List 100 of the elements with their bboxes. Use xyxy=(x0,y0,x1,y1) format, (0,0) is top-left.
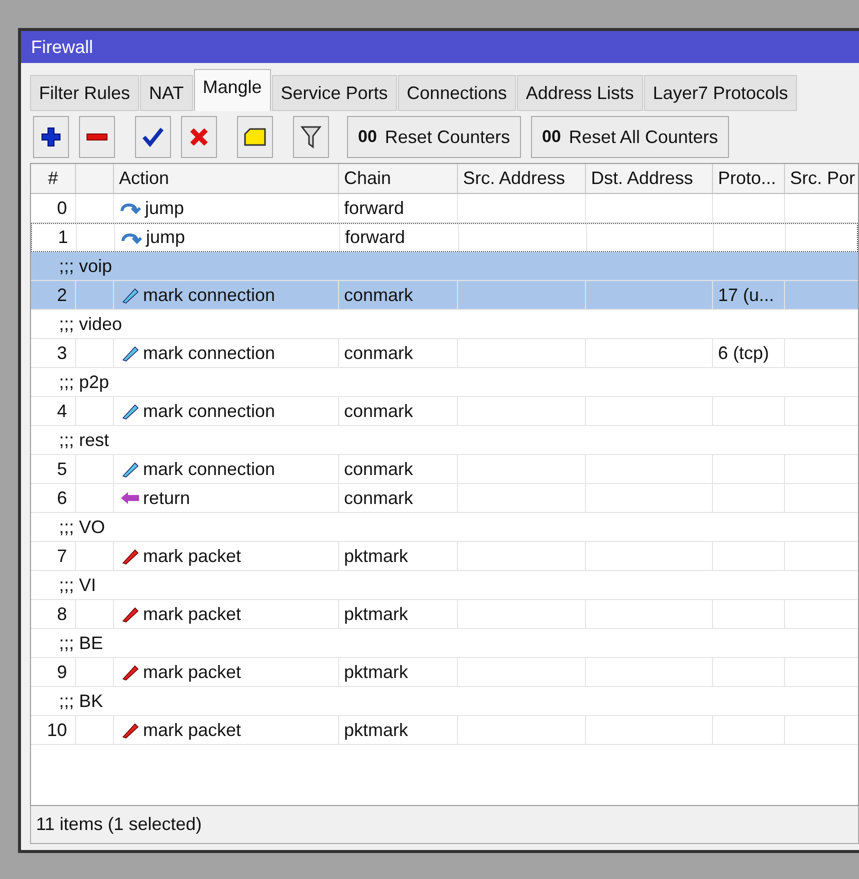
marker-icon xyxy=(120,547,140,565)
action-text: mark packet xyxy=(143,660,242,684)
chain-text: pktmark xyxy=(344,602,408,626)
rule-row[interactable]: 7 mark packet pktmark xyxy=(31,542,858,571)
row-number: 4 xyxy=(56,400,67,422)
counter-icon: 00 xyxy=(542,124,561,150)
tab[interactable]: Mangle xyxy=(194,69,271,111)
tab[interactable]: Layer7 Protocols xyxy=(644,75,797,111)
window-title: Firewall xyxy=(31,36,94,58)
marker-icon xyxy=(120,605,140,623)
rule-row[interactable]: 2 mark connection conmark 17 (u... xyxy=(31,281,858,310)
action-text: jump xyxy=(145,196,184,220)
checkmark-icon xyxy=(142,127,164,147)
chain-text: forward xyxy=(344,196,404,220)
column-header[interactable]: Dst. Address xyxy=(586,164,713,193)
chain-text: conmark xyxy=(344,486,414,510)
plus-icon xyxy=(40,126,62,148)
chain-text: conmark xyxy=(344,284,414,306)
rule-row[interactable]: 10 mark packet pktmark xyxy=(31,716,858,745)
chain-text: pktmark xyxy=(344,718,408,742)
pencil-icon xyxy=(120,286,140,304)
counter-icon: 00 xyxy=(358,124,377,150)
tab[interactable]: Connections xyxy=(398,75,516,111)
row-number: 6 xyxy=(56,486,67,510)
column-header[interactable]: Chain xyxy=(339,164,458,193)
comment-row[interactable]: ;;; voip xyxy=(31,252,858,281)
status-text: 11 items (1 selected) xyxy=(36,813,202,836)
action-text: return xyxy=(143,486,190,510)
filter-button[interactable] xyxy=(293,116,329,158)
rule-row[interactable]: 0 jump forward xyxy=(31,194,858,223)
enable-button[interactable] xyxy=(135,116,171,158)
tab[interactable]: Service Ports xyxy=(272,75,397,111)
filter-icon xyxy=(300,125,322,149)
comment-text: ;;; voip xyxy=(59,254,112,278)
action-text: mark connection xyxy=(143,458,276,480)
chain-text: pktmark xyxy=(344,660,408,684)
action-text: jump xyxy=(146,226,186,249)
action-text: mark connection xyxy=(143,342,276,364)
row-number: 8 xyxy=(56,602,67,626)
chain-text: forward xyxy=(345,226,406,249)
tab[interactable]: NAT xyxy=(140,75,193,111)
disable-button[interactable] xyxy=(181,116,217,158)
chain-text: conmark xyxy=(344,458,414,480)
chain-text: conmark xyxy=(344,400,414,422)
pencil-icon xyxy=(120,344,140,362)
row-number: 2 xyxy=(56,284,67,306)
comment-text: ;;; p2p xyxy=(59,370,110,394)
reset-button[interactable]: 00 Reset All Counters xyxy=(530,116,729,158)
add-button[interactable] xyxy=(33,116,69,158)
action-text: mark packet xyxy=(143,718,242,742)
chain-text: pktmark xyxy=(344,544,408,568)
action-text: mark connection xyxy=(143,284,276,306)
note-icon xyxy=(243,128,267,146)
comment-text: ;;; VO xyxy=(59,516,106,538)
button-label: Reset All Counters xyxy=(568,126,718,148)
row-number: 0 xyxy=(56,196,67,220)
rule-row[interactable]: 3 mark connection conmark 6 (tcp) xyxy=(31,339,858,368)
comment-text: ;;; BE xyxy=(59,632,104,654)
comment-text: ;;; BK xyxy=(59,690,104,712)
row-number: 10 xyxy=(46,718,67,742)
jump-arrow-icon xyxy=(120,201,142,215)
comment-button[interactable] xyxy=(237,116,273,158)
rule-row[interactable]: 4 mark connection conmark xyxy=(31,397,858,426)
jump-arrow-icon xyxy=(121,230,143,244)
rule-row[interactable]: 6 return conmark xyxy=(31,484,858,513)
comment-text: ;;; VI xyxy=(59,574,96,596)
rule-row[interactable]: 9 mark packet pktmark xyxy=(31,658,858,687)
rule-row[interactable]: 8 mark packet pktmark xyxy=(31,600,858,629)
action-text: mark packet xyxy=(143,544,242,568)
minus-icon xyxy=(86,133,108,141)
column-header[interactable]: Proto... xyxy=(713,164,785,193)
reset-button[interactable]: 00 Reset Counters xyxy=(347,116,521,158)
row-number: 5 xyxy=(56,458,67,480)
row-number: 3 xyxy=(56,342,67,364)
comment-text: ;;; rest xyxy=(59,428,110,452)
column-header[interactable]: Src. Por xyxy=(785,164,858,193)
marker-icon xyxy=(120,721,140,739)
row-number: 9 xyxy=(56,660,67,684)
marker-icon xyxy=(120,663,140,681)
protocol-text: 6 (tcp) xyxy=(718,342,770,365)
column-header[interactable]: # xyxy=(31,164,76,193)
remove-button[interactable] xyxy=(79,116,115,158)
pencil-icon xyxy=(120,402,140,420)
action-text: mark connection xyxy=(143,400,276,422)
row-number: 1 xyxy=(58,226,68,249)
column-header[interactable]: Src. Address xyxy=(458,164,586,193)
tab[interactable]: Address Lists xyxy=(516,75,643,111)
comment-text: ;;; video xyxy=(59,312,122,336)
cross-icon xyxy=(189,127,209,147)
pencil-icon xyxy=(120,460,140,478)
action-text: mark packet xyxy=(143,602,242,626)
rule-row[interactable]: 1 jump forward xyxy=(31,223,858,252)
return-arrow-icon xyxy=(120,491,140,505)
tab[interactable]: Filter Rules xyxy=(30,75,140,111)
column-header[interactable]: Action xyxy=(114,164,339,193)
protocol-text: 17 (u... xyxy=(718,284,774,307)
rule-row[interactable]: 5 mark connection conmark xyxy=(31,455,858,484)
button-label: Reset Counters xyxy=(384,126,510,148)
row-number: 7 xyxy=(56,544,67,568)
chain-text: conmark xyxy=(344,342,414,364)
